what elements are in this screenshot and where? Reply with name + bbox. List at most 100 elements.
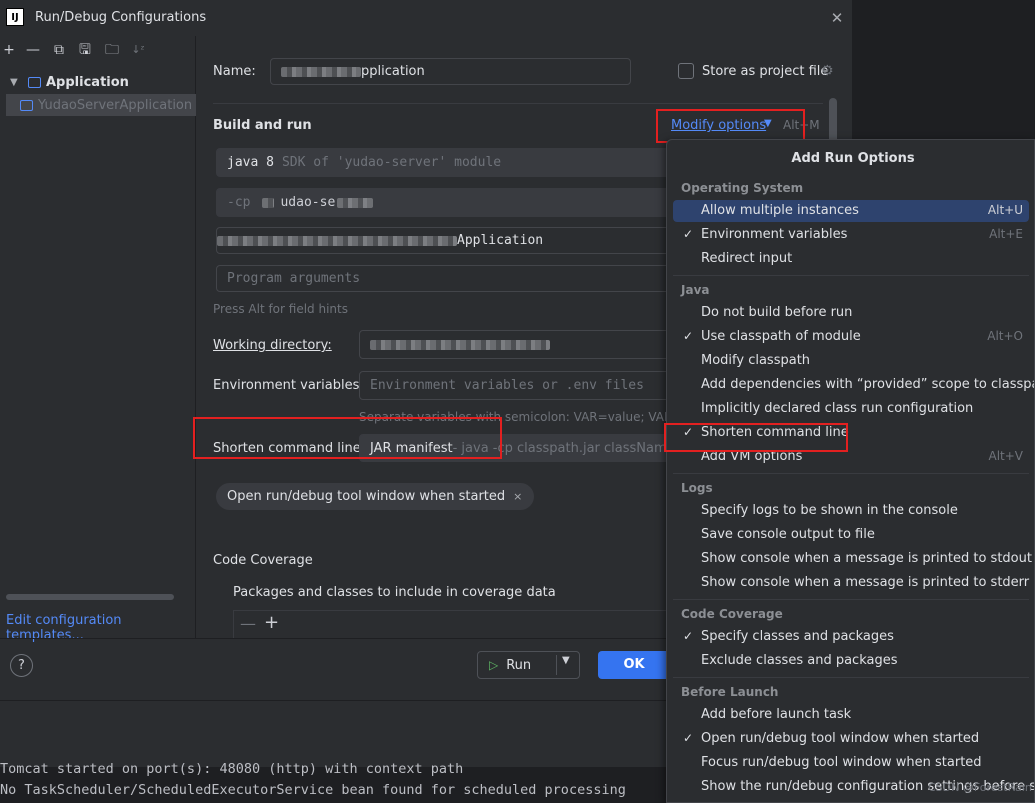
ok-button[interactable]: OK: [598, 651, 670, 679]
horizontal-scrollbar[interactable]: [6, 594, 174, 600]
check-icon: ✓: [683, 629, 694, 643]
group-code-coverage: Code Coverage: [681, 607, 783, 621]
divider: [556, 655, 557, 675]
jre-hint: SDK of 'yudao-server' module: [281, 155, 502, 170]
menu-item-do-not-build[interactable]: Do not build before run: [673, 302, 1029, 324]
menu-item-label: Use classpath of module: [701, 329, 861, 344]
main-class-value: Application: [457, 233, 544, 248]
copy-icon[interactable]: ⧉: [50, 40, 68, 60]
menu-item-open-tool-window[interactable]: ✓ Open run/debug tool window when starte…: [673, 728, 1029, 750]
menu-item-label: Focus run/debug tool window when started: [701, 755, 982, 770]
redacted-text: [217, 235, 457, 246]
name-input[interactable]: pplication: [270, 58, 631, 85]
menu-item-focus-tool-window[interactable]: Focus run/debug tool window when started: [673, 752, 1029, 774]
menu-item-show-stdout[interactable]: Show console when a message is printed t…: [673, 548, 1032, 570]
menu-item-show-stderr[interactable]: Show console when a message is printed t…: [673, 572, 1029, 594]
chip-label: Open run/debug tool window when started: [227, 489, 506, 504]
menu-item-save-console[interactable]: Save console output to file: [673, 524, 1029, 546]
group-before-launch: Before Launch: [681, 685, 779, 699]
check-icon: ✓: [683, 329, 694, 343]
console-line: Tomcat started on port(s): 48080 (http) …: [0, 761, 464, 777]
open-tool-window-chip[interactable]: Open run/debug tool window when started …: [216, 483, 535, 510]
menu-item-redirect-input[interactable]: Redirect input: [673, 248, 1029, 270]
check-icon: ✓: [683, 227, 694, 241]
highlight-box: [193, 417, 502, 459]
new-folder-icon[interactable]: 🗀: [103, 40, 121, 60]
divider: [673, 677, 1029, 678]
tree-group-application[interactable]: ▼ Application: [10, 72, 129, 92]
help-button[interactable]: ?: [10, 654, 33, 677]
menu-item-specify-logs[interactable]: Specify logs to be shown in the console: [673, 500, 1029, 522]
menu-item-exclude-classes[interactable]: Exclude classes and packages: [673, 650, 1029, 672]
remove-icon[interactable]: —: [24, 40, 42, 60]
save-icon[interactable]: 🖫: [76, 40, 94, 60]
play-icon: ▷: [489, 658, 499, 672]
chevron-down-icon[interactable]: ▼: [10, 77, 24, 88]
redacted-text: [370, 339, 550, 350]
menu-item-label: Redirect input: [701, 251, 793, 266]
add-icon[interactable]: +: [264, 612, 279, 633]
intellij-logo-icon: IJ: [6, 8, 24, 26]
menu-item-label: Save console output to file: [701, 527, 875, 542]
console-line: No TaskScheduler/ScheduledExecutorServic…: [0, 782, 626, 798]
menu-item-label: Allow multiple instances: [701, 203, 859, 218]
highlight-box: [664, 423, 848, 452]
redacted-text: [262, 197, 275, 208]
menu-item-label: Implicitly declared class run configurat…: [701, 401, 974, 416]
dialog-title: Run/Debug Configurations: [35, 10, 207, 25]
name-value: pplication: [361, 64, 425, 79]
menu-item-shortcut: Alt+E: [989, 227, 1023, 241]
store-as-project-checkbox[interactable]: [678, 63, 694, 79]
title-bar: IJ Run/Debug Configurations ✕: [0, 0, 853, 36]
menu-item-label: Do not build before run: [701, 305, 853, 320]
close-button[interactable]: ✕: [828, 9, 846, 27]
menu-item-label: Show console when a message is printed t…: [701, 575, 1030, 590]
menu-item-modify-classpath[interactable]: Modify classpath: [673, 350, 1029, 372]
menu-item-label: Add dependencies with “provided” scope t…: [701, 377, 1035, 392]
tree-item-label: YudaoServerApplication: [38, 97, 193, 113]
menu-item-allow-multiple-instances[interactable]: Allow multiple instances Alt+U: [673, 200, 1029, 222]
menu-item-label: Open run/debug tool window when started: [701, 731, 980, 746]
menu-item-shortcut: Alt+V: [988, 449, 1023, 463]
divider: [673, 275, 1029, 276]
build-and-run-header: Build and run: [213, 118, 312, 133]
cp-prefix: -cp: [227, 195, 251, 210]
close-icon[interactable]: ×: [513, 490, 522, 503]
tree-group-label: Application: [46, 74, 129, 90]
watermark: CSDN @ForestRain: [928, 781, 1032, 794]
sort-icon[interactable]: ↓ᶻ: [129, 40, 147, 60]
menu-item-use-classpath[interactable]: ✓ Use classpath of module Alt+O: [673, 326, 1029, 348]
gear-icon[interactable]: ⚙: [821, 63, 834, 79]
application-icon: [28, 76, 41, 88]
menu-item-specify-classes[interactable]: ✓ Specify classes and packages: [673, 626, 1029, 648]
divider: [213, 103, 823, 104]
check-icon: ✓: [683, 731, 694, 745]
menu-item-label: Add before launch task: [701, 707, 852, 722]
divider: [673, 599, 1029, 600]
add-icon[interactable]: +: [0, 40, 18, 60]
application-icon: [20, 99, 33, 111]
group-logs: Logs: [681, 481, 713, 495]
menu-item-implicit-class[interactable]: Implicitly declared class run configurat…: [673, 398, 1029, 420]
sidebar-toolbar: + — ⧉ 🖫 🗀 ↓ᶻ: [0, 40, 196, 62]
remove-icon[interactable]: —: [240, 614, 256, 633]
run-label: Run: [506, 657, 532, 673]
menu-item-label: Show console when a message is printed t…: [701, 551, 1032, 566]
menu-item-add-dependencies[interactable]: Add dependencies with “provided” scope t…: [673, 374, 1034, 396]
run-button[interactable]: ▷ Run ▼: [477, 651, 580, 679]
name-label: Name:: [213, 64, 256, 79]
configurations-sidebar: + — ⧉ 🖫 🗀 ↓ᶻ ▼ Application YudaoServerAp…: [0, 36, 196, 643]
environment-variables-label: Environment variables:: [213, 378, 364, 393]
chevron-down-icon[interactable]: ▼: [562, 655, 570, 666]
menu-item-shortcut: Alt+O: [987, 329, 1023, 343]
redacted-text: [281, 66, 361, 77]
menu-item-label: Specify logs to be shown in the console: [701, 503, 958, 518]
menu-item-environment-variables[interactable]: ✓ Environment variables Alt+E: [673, 224, 1029, 246]
menu-item-add-before-launch[interactable]: Add before launch task: [673, 704, 1029, 726]
add-run-options-popup: Add Run Options Operating System Allow m…: [666, 139, 1035, 803]
tree-item-yudao-server[interactable]: YudaoServerApplication: [6, 94, 196, 116]
packages-label: Packages and classes to include in cover…: [233, 585, 556, 600]
menu-item-label: Environment variables: [701, 227, 848, 242]
code-coverage-header: Code Coverage: [213, 553, 313, 568]
divider: [673, 473, 1029, 474]
